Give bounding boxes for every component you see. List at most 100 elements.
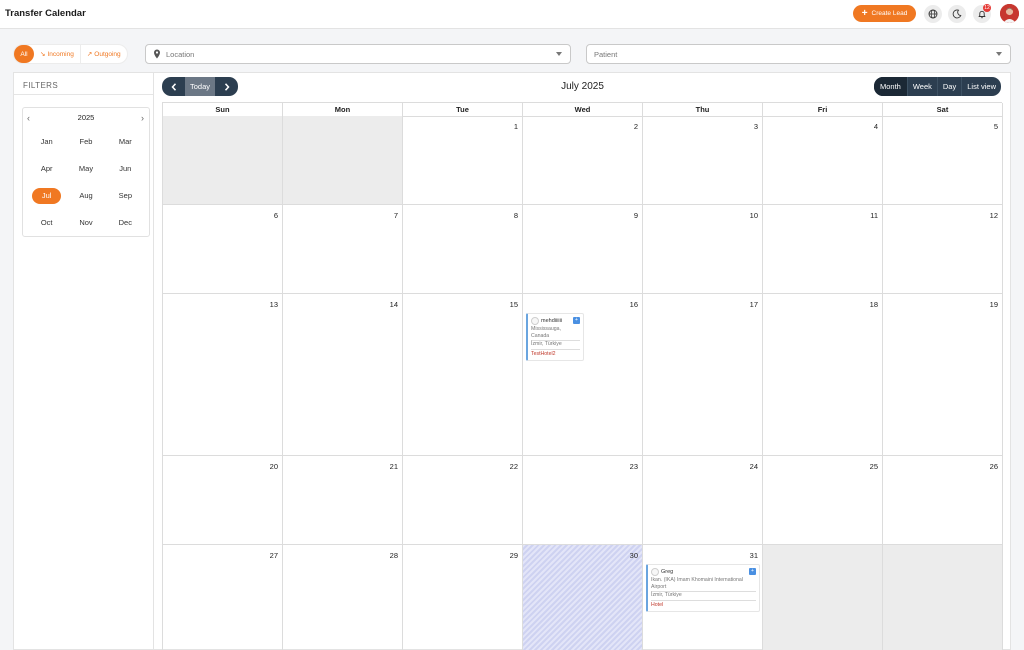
day-cell[interactable]: 4 (763, 116, 883, 205)
day-cell[interactable]: 17 (643, 294, 763, 456)
language-button[interactable] (924, 5, 942, 23)
month-may[interactable]: May (66, 161, 105, 177)
day-number[interactable]: 17 (750, 300, 758, 309)
month-dec[interactable]: Dec (106, 215, 145, 231)
day-number[interactable]: 22 (510, 462, 518, 471)
day-number[interactable]: 11 (870, 211, 878, 220)
day-cell[interactable]: 10 (643, 205, 763, 294)
day-cell[interactable]: 15 (403, 294, 523, 456)
week-row: 1 2 3 4 5 (163, 116, 1003, 205)
day-cell[interactable]: 23 (523, 456, 643, 545)
day-number[interactable]: 24 (750, 462, 758, 471)
day-cell[interactable]: 14 (283, 294, 403, 456)
day-cell[interactable]: 25 (763, 456, 883, 545)
outgoing-label: Outgoing (94, 50, 121, 58)
day-cell[interactable]: 31 Greg + Ikan. (IKA) Imam Khomaini Interna… (643, 545, 763, 650)
theme-toggle-button[interactable] (948, 5, 966, 23)
patient-select[interactable]: Patient (586, 44, 1011, 64)
day-cell[interactable]: 28 (283, 545, 403, 650)
month-jun[interactable]: Jun (106, 161, 145, 177)
day-number[interactable]: 27 (270, 551, 278, 560)
day-number[interactable]: 3 (754, 122, 758, 131)
day-number[interactable]: 15 (510, 300, 518, 309)
day-number[interactable]: 26 (990, 462, 998, 471)
view-month-button[interactable]: Month (873, 77, 907, 96)
day-number[interactable]: 9 (634, 211, 638, 220)
day-cell[interactable]: 9 (523, 205, 643, 294)
view-week-button[interactable]: Week (906, 77, 937, 96)
day-cell[interactable]: 20 (163, 456, 283, 545)
direction-incoming-button[interactable]: ↘ Incoming (34, 45, 80, 63)
day-number[interactable]: 12 (990, 211, 998, 220)
day-number[interactable]: 30 (630, 551, 638, 560)
day-number[interactable]: 23 (630, 462, 638, 471)
direction-all-button[interactable]: All (14, 45, 34, 63)
day-cell[interactable]: 6 (163, 205, 283, 294)
month-oct[interactable]: Oct (27, 215, 66, 231)
user-avatar[interactable] (1000, 4, 1019, 23)
event-hotel: TestHotel2 (531, 349, 580, 358)
day-cell[interactable]: 8 (403, 205, 523, 294)
day-number[interactable]: 1 (514, 122, 518, 131)
day-cell[interactable] (763, 545, 883, 650)
day-number[interactable]: 2 (634, 122, 638, 131)
day-number[interactable]: 6 (274, 211, 278, 220)
day-cell[interactable]: 12 (883, 205, 1003, 294)
location-select[interactable]: Location (145, 44, 571, 64)
moon-icon (952, 9, 962, 19)
month-aug[interactable]: Aug (66, 188, 105, 204)
day-number[interactable]: 20 (270, 462, 278, 471)
day-number[interactable]: 18 (870, 300, 878, 309)
day-number[interactable]: 8 (514, 211, 518, 220)
day-cell[interactable]: 16 mehdiiiiii + Mississauga, Canada İzmir, T… (523, 294, 643, 456)
day-cell[interactable]: 2 (523, 116, 643, 205)
view-list-view-button[interactable]: List view (961, 77, 1001, 96)
direction-outgoing-button[interactable]: ↗ Outgoing (79, 45, 127, 63)
month-mar[interactable]: Mar (106, 134, 145, 150)
day-cell[interactable] (883, 545, 1003, 650)
transfer-event[interactable]: Greg + Ikan. (IKA) Imam Khomaini Internati… (646, 564, 760, 612)
day-cell[interactable] (283, 116, 403, 205)
day-cell[interactable]: 21 (283, 456, 403, 545)
day-cell[interactable]: 5 (883, 116, 1003, 205)
day-cell[interactable]: 24 (643, 456, 763, 545)
day-cell[interactable]: 27 (163, 545, 283, 650)
day-cell[interactable]: 11 (763, 205, 883, 294)
transfer-event[interactable]: mehdiiiiii + Mississauga, Canada İzmir, Tür… (526, 313, 584, 361)
day-cell[interactable]: 13 (163, 294, 283, 456)
day-cell[interactable] (163, 116, 283, 205)
day-cell[interactable]: 19 (883, 294, 1003, 456)
day-cell[interactable]: 26 (883, 456, 1003, 545)
month-jul[interactable]: Jul (32, 188, 62, 204)
day-cell[interactable]: 22 (403, 456, 523, 545)
day-number[interactable]: 16 (630, 300, 638, 309)
view-day-button[interactable]: Day (936, 77, 961, 96)
day-cell[interactable]: 7 (283, 205, 403, 294)
month-apr[interactable]: Apr (27, 161, 66, 177)
day-number[interactable]: 29 (510, 551, 518, 560)
day-number[interactable]: 7 (394, 211, 398, 220)
day-cell[interactable]: 3 (643, 116, 763, 205)
day-cell[interactable]: 29 (403, 545, 523, 650)
month-picker: ‹ 2025 › Jan Feb Mar Apr May Jun Jul Aug Sep Oct N… (22, 107, 150, 237)
day-number[interactable]: 13 (270, 300, 278, 309)
month-feb[interactable]: Feb (66, 134, 105, 150)
day-number[interactable]: 25 (870, 462, 878, 471)
create-lead-button[interactable]: + Create Lead (853, 5, 916, 22)
day-number[interactable]: 4 (874, 122, 878, 131)
day-number[interactable]: 10 (750, 211, 758, 220)
chevron-right-icon[interactable]: › (141, 112, 144, 124)
day-cell[interactable]: 1 (403, 116, 523, 205)
day-number[interactable]: 14 (390, 300, 398, 309)
day-cell[interactable]: 30 (523, 545, 643, 650)
day-number[interactable]: 28 (390, 551, 398, 560)
day-number[interactable]: 21 (390, 462, 398, 471)
day-number[interactable]: 31 (750, 551, 758, 560)
month-sep[interactable]: Sep (106, 188, 145, 204)
day-number[interactable]: 5 (994, 122, 998, 131)
month-jan[interactable]: Jan (27, 134, 66, 150)
day-cell[interactable]: 18 (763, 294, 883, 456)
month-nov[interactable]: Nov (66, 215, 105, 231)
location-placeholder: Location (166, 49, 195, 59)
day-number[interactable]: 19 (990, 300, 998, 309)
